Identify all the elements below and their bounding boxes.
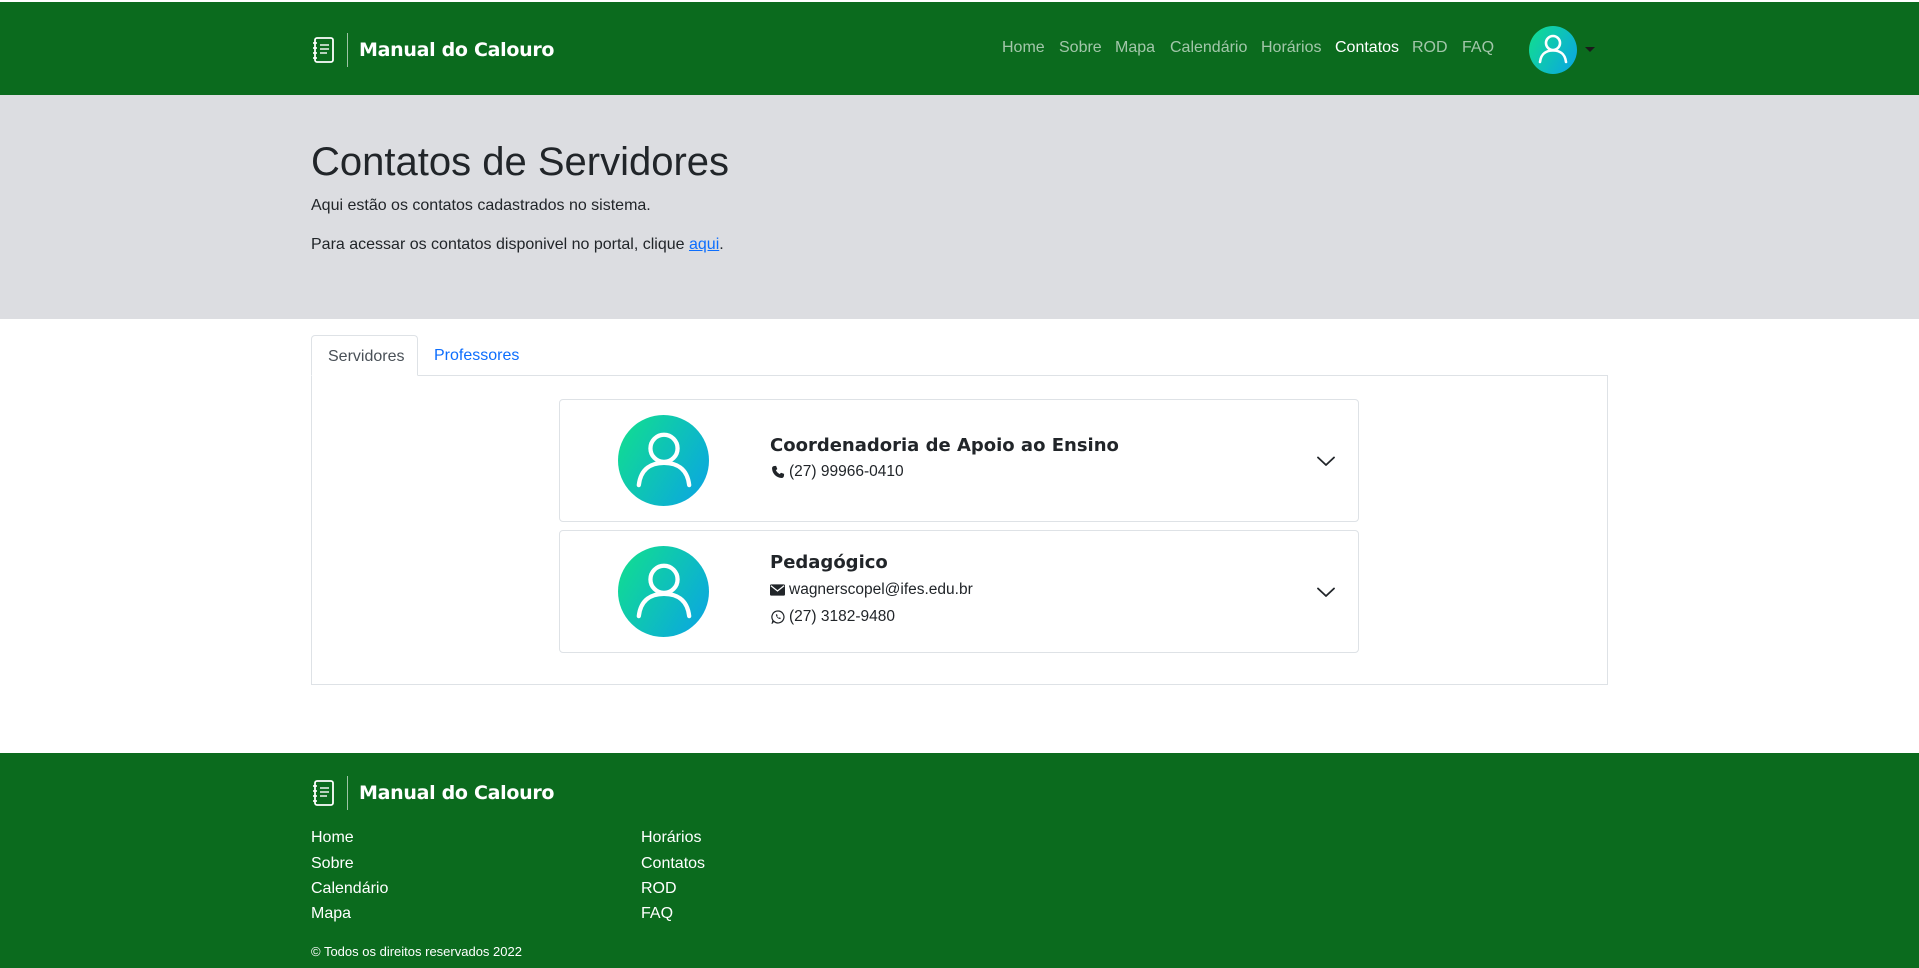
notebook-icon [311,778,337,808]
portal-text: Para acessar os contatos disponivel no p… [311,236,689,253]
contact-whatsapp-value: (27) 3182-9480 [789,608,895,625]
footer-link-rod[interactable]: ROD [641,880,677,898]
nav-home[interactable]: Home [1002,39,1045,57]
notebook-icon [311,35,337,65]
contact-name: Coordenadoria de Apoio ao Ensino [770,435,1119,456]
contact-phone: (27) 99966-0410 [770,463,904,481]
footer-link-mapa[interactable]: Mapa [311,905,351,923]
tab-servidores[interactable]: Servidores [311,335,418,376]
contact-card[interactable]: Coordenadoria de Apoio ao Ensino (27) 99… [559,399,1359,522]
page-title: Contatos de Servidores [311,140,730,184]
navbar: Manual do Calouro Home Sobre Mapa Calend… [0,0,1919,95]
footer-brand[interactable]: Manual do Calouro [311,775,554,811]
whatsapp-icon [770,610,785,625]
contact-email-value: wagnerscopel@ifes.edu.br [789,581,973,598]
nav-horarios[interactable]: Horários [1261,39,1321,57]
user-menu-avatar[interactable] [1529,26,1577,74]
portal-paragraph: Para acessar os contatos disponivel no p… [311,236,724,254]
brand-divider [347,776,348,810]
contact-avatar [618,546,709,637]
footer-link-home[interactable]: Home [311,829,354,847]
nav-rod[interactable]: ROD [1412,39,1448,57]
tab-professores[interactable]: Professores [418,335,535,376]
nav-mapa[interactable]: Mapa [1115,39,1155,57]
portal-suffix: . [719,236,724,253]
nav-contatos[interactable]: Contatos [1335,39,1399,57]
user-menu-caret[interactable] [1585,47,1595,52]
user-icon [1537,32,1569,69]
contact-email: wagnerscopel@ifes.edu.br [770,581,973,599]
user-icon [633,427,695,494]
footer-link-contatos[interactable]: Contatos [641,855,705,873]
page-header: Contatos de Servidores Aqui estão os con… [0,95,1919,319]
chevron-down-icon[interactable] [1316,585,1336,599]
footer-link-faq[interactable]: FAQ [641,905,673,923]
nav-sobre[interactable]: Sobre [1059,39,1102,57]
navbar-brand[interactable]: Manual do Calouro [311,32,554,68]
footer-link-horarios[interactable]: Horários [641,829,701,847]
brand-name: Manual do Calouro [359,39,555,61]
contact-avatar [618,415,709,506]
contact-whatsapp: (27) 3182-9480 [770,608,895,626]
contact-card[interactable]: Pedagógico wagnerscopel@ifes.edu.br (27)… [559,530,1359,653]
brand-name: Manual do Calouro [359,782,555,804]
copyright: © Todos os direitos reservados 2022 [311,944,522,959]
contact-name: Pedagógico [770,552,888,573]
phone-icon [770,465,785,480]
chevron-down-icon[interactable] [1316,454,1336,468]
page-subtitle: Aqui estão os contatos cadastrados no si… [311,197,651,214]
contact-phone-value: (27) 99966-0410 [789,463,904,480]
envelope-icon [770,583,785,598]
nav-faq[interactable]: FAQ [1462,39,1494,57]
footer-link-calendario[interactable]: Calendário [311,880,388,898]
brand-divider [347,33,348,67]
portal-link[interactable]: aqui [689,236,719,253]
footer: Manual do Calouro Home Sobre Calendário … [0,753,1919,968]
nav-calendario[interactable]: Calendário [1170,39,1247,57]
user-icon [633,558,695,625]
footer-link-sobre[interactable]: Sobre [311,855,354,873]
